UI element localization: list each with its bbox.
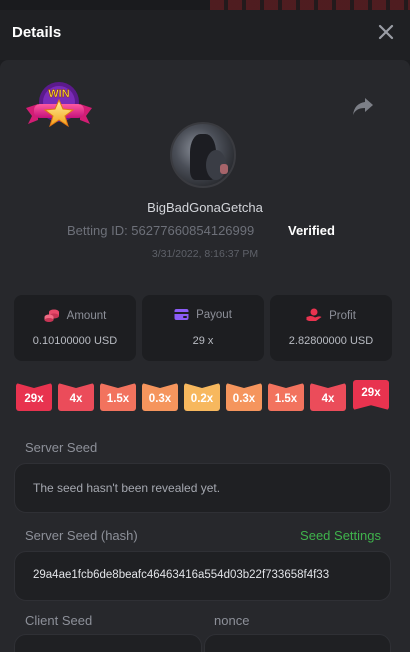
amount-card: Amount 0.10100000 USD — [14, 295, 136, 361]
nonce-label: nonce — [214, 613, 250, 628]
bet-datetime: 3/31/2022, 8:16:37 PM — [151, 248, 259, 260]
server-seed-hash-value: 29a4ae1fcb6de8beafc46463416a554d03b22f73… — [33, 569, 330, 581]
payout-value: 29 x — [192, 335, 214, 347]
server-seed-hash-label: Server Seed (hash) — [25, 528, 138, 543]
nonce-field[interactable] — [204, 634, 391, 652]
payout-label: Payout — [196, 309, 232, 321]
background-decoration — [210, 0, 410, 10]
multiplier-chip: 29x — [16, 383, 52, 411]
win-badge-icon: WIN — [26, 82, 92, 128]
client-seed-field[interactable] — [14, 634, 202, 652]
seed-settings-link[interactable]: Seed Settings — [300, 528, 381, 543]
hand-coin-icon — [306, 308, 322, 321]
multiplier-chip: 4x — [310, 383, 346, 411]
verified-badge: Verified — [288, 223, 335, 238]
amount-value: 0.10100000 USD — [32, 335, 118, 347]
multiplier-chip: 0.2x — [184, 383, 220, 411]
server-seed-label: Server Seed — [25, 440, 98, 455]
profit-value: 2.82800000 USD — [288, 335, 374, 347]
multiplier-chip: 0.3x — [226, 383, 262, 411]
server-seed-field[interactable]: The seed hasn't been revealed yet. — [14, 463, 391, 513]
page-title: Details — [12, 24, 62, 41]
multiplier-chip: 0.3x — [142, 383, 178, 411]
server-seed-hash-field[interactable]: 29a4ae1fcb6de8beafc46463416a554d03b22f73… — [14, 551, 391, 601]
multiplier-chip: 29x — [353, 380, 389, 410]
details-header: Details — [0, 10, 410, 60]
avatar — [170, 122, 236, 188]
server-seed-value: The seed hasn't been revealed yet. — [33, 481, 221, 495]
share-icon[interactable] — [352, 96, 374, 116]
multiplier-row: 29x 4x 1.5x 0.3x 0.2x 0.3x 1.5x 4x 29x — [0, 380, 410, 414]
betting-id: Betting ID: 56277660854126999 — [67, 223, 255, 238]
profit-card: Profit 2.82800000 USD — [270, 295, 392, 361]
multiplier-chip: 1.5x — [268, 383, 304, 411]
client-seed-label: Client Seed — [25, 613, 93, 628]
coins-icon — [44, 309, 59, 322]
profit-label: Profit — [329, 310, 356, 322]
amount-label: Amount — [66, 310, 107, 322]
svg-text:WIN: WIN — [48, 88, 69, 100]
multiplier-chip: 4x — [58, 383, 94, 411]
username: BigBadGonaGetcha — [147, 200, 263, 215]
payout-card: Payout 29 x — [142, 295, 264, 361]
background-strip — [0, 0, 410, 10]
multiplier-chip: 1.5x — [100, 383, 136, 411]
wallet-icon — [174, 309, 189, 320]
close-icon[interactable] — [376, 22, 396, 42]
